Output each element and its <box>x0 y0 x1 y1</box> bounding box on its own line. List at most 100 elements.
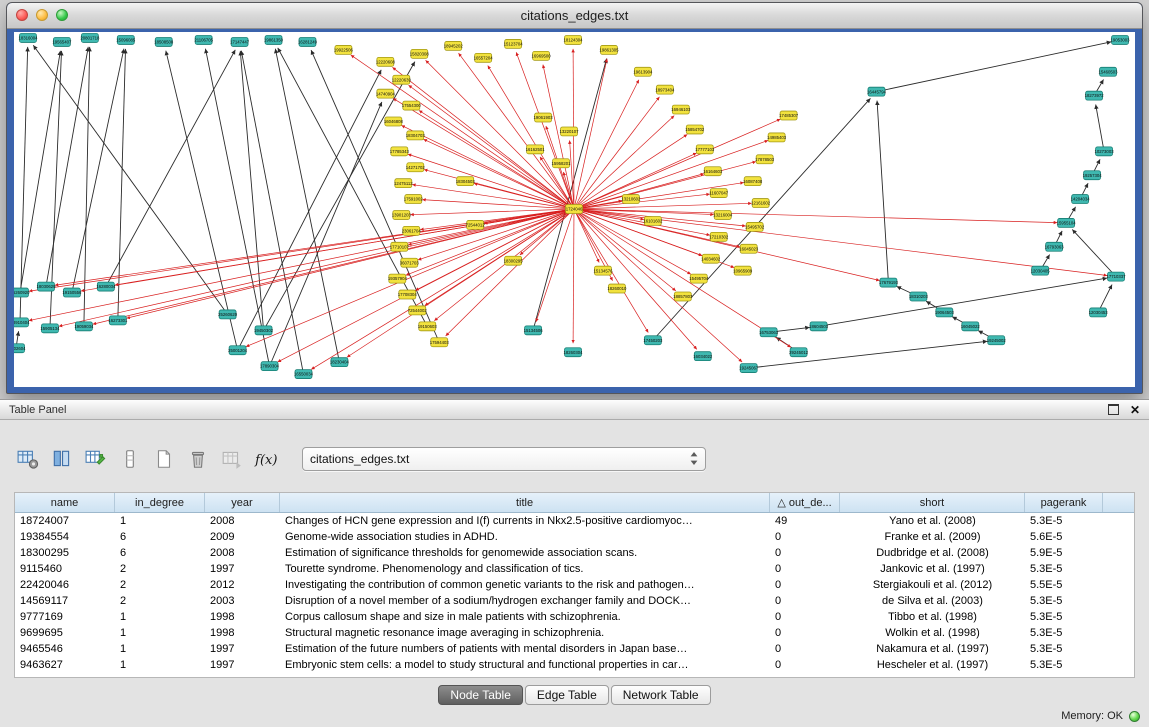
graph-node[interactable]: 16793063 <box>1045 242 1065 251</box>
graph-node[interactable]: 15955104 <box>1057 218 1077 227</box>
network-window-titlebar[interactable]: citations_edges.txt <box>7 3 1142 29</box>
graph-node[interactable]: 18857803 <box>673 292 693 301</box>
graph-node[interactable]: 17890304 <box>260 362 280 371</box>
graph-node[interactable]: 19245002 <box>987 336 1007 345</box>
graph-node[interactable]: 13216004 <box>713 210 733 219</box>
graph-node[interactable]: 25260620 <box>218 310 238 319</box>
graph-node[interactable]: 15134576 <box>593 266 613 275</box>
graph-node[interactable]: 16753063 <box>759 328 779 337</box>
graph-node[interactable]: 16946103 <box>671 105 691 114</box>
graph-node[interactable]: 16087408 <box>743 177 763 186</box>
graph-node[interactable]: 17777103 <box>695 145 715 154</box>
delete-icon[interactable] <box>184 445 211 472</box>
graph-node[interactable]: 19053003 <box>1111 35 1131 44</box>
graph-node[interactable]: 19245067 <box>739 364 759 373</box>
graph-node[interactable]: 16280034 <box>96 282 116 291</box>
graph-node[interactable]: 19450302 <box>254 326 274 335</box>
graph-node[interactable]: 16162501 <box>526 145 546 154</box>
graph-node[interactable]: 17594403 <box>430 338 450 347</box>
graph-node[interactable]: 12030405 <box>1031 266 1051 275</box>
table-row[interactable]: 1830029562008Estimation of significance … <box>15 545 1134 561</box>
graph-node[interactable]: 18273972 <box>1085 91 1105 100</box>
graph-node[interactable]: 16046808 <box>384 117 404 126</box>
graph-node[interactable]: 16045023 <box>739 244 759 253</box>
graph-node[interactable]: 17591002 <box>404 195 424 204</box>
graph-node[interactable]: 17710107 <box>390 242 410 251</box>
graph-node[interactable]: 14740904 <box>376 89 396 98</box>
graph-node[interactable]: 17785343 <box>390 147 410 156</box>
close-panel-icon[interactable]: ✕ <box>1130 404 1140 416</box>
graph-node[interactable]: 23061704 <box>402 226 422 235</box>
graph-node[interactable]: 19357904 <box>388 274 408 283</box>
graph-node[interactable]: 18945202 <box>444 41 464 50</box>
new-file-icon[interactable] <box>150 445 177 472</box>
graph-node[interactable]: 36071703 <box>400 258 420 267</box>
graph-node[interactable]: 16101602 <box>643 216 663 225</box>
graph-node[interactable]: 14204034 <box>1071 195 1091 204</box>
tab-node-table[interactable]: Node Table <box>438 685 523 705</box>
close-window-button[interactable] <box>16 9 28 21</box>
graph-node[interactable]: 10273003 <box>1095 147 1115 156</box>
tab-network-table[interactable]: Network Table <box>611 685 711 705</box>
column-header[interactable]: year <box>205 493 280 512</box>
graph-node[interactable]: 12030453 <box>1089 308 1109 317</box>
graph-node[interactable]: 19613904 <box>633 67 653 76</box>
graph-node[interactable]: 18316004 <box>18 33 38 42</box>
graph-node[interactable]: 72544012 <box>466 220 486 229</box>
graph-node[interactable]: 15854702 <box>685 125 705 134</box>
graph-node[interactable]: 18604503 <box>809 322 829 331</box>
table-settings-icon[interactable] <box>14 445 41 472</box>
graph-node[interactable]: 12161602 <box>751 199 771 208</box>
graph-node[interactable]: 1724046 <box>566 205 583 214</box>
zoom-window-button[interactable] <box>56 9 68 21</box>
graph-node[interactable]: 14985403 <box>767 133 787 142</box>
graph-node[interactable]: 18230404 <box>330 358 350 367</box>
graph-node[interactable]: 18030629 <box>36 282 56 291</box>
graph-node[interactable]: 15123704 <box>504 39 524 48</box>
table-row[interactable]: 1938455462009Genome-wide association stu… <box>15 529 1134 545</box>
graph-node[interactable]: 18910404 <box>14 318 30 327</box>
graph-node[interactable]: 12220639 <box>392 75 412 84</box>
graph-node[interactable]: 19922506 <box>334 45 354 54</box>
graph-node[interactable]: 16557204 <box>474 53 494 62</box>
graph-node[interactable]: 20801718 <box>80 33 100 42</box>
table-row[interactable]: 977716911998Corpus callosum shape and si… <box>15 609 1134 625</box>
graph-node[interactable]: 17147447 <box>230 37 250 46</box>
graph-node[interactable]: 16164603 <box>703 167 723 176</box>
tab-edge-table[interactable]: Edge Table <box>525 685 609 705</box>
graph-node[interactable]: 19061903 <box>534 113 554 122</box>
graph-node[interactable]: 14034602 <box>701 254 721 263</box>
graph-node[interactable]: 18124304 <box>563 35 583 44</box>
import-table-icon[interactable] <box>218 445 245 472</box>
graph-node[interactable]: 19150556 <box>62 288 82 297</box>
graph-node[interactable]: 17210302 <box>709 232 729 241</box>
graph-node[interactable]: 17679193 <box>879 278 899 287</box>
graph-node[interactable]: 18973404 <box>655 85 675 94</box>
graph-node[interactable]: 72544002 <box>408 306 428 315</box>
table-row[interactable]: 969969511998Structural magnetic resonanc… <box>15 625 1134 641</box>
graph-node[interactable]: 16273301 <box>108 316 128 325</box>
graph-node[interactable]: 19150603 <box>418 322 438 331</box>
column-header[interactable]: △ out_de... <box>770 493 840 512</box>
table-row[interactable]: 911546021997Tourette syndrome. Phenomeno… <box>15 561 1134 577</box>
graph-node[interactable]: 13220107 <box>559 127 579 136</box>
graph-node[interactable]: 16969500 <box>532 51 552 60</box>
graph-node[interactable]: 18310203 <box>909 292 929 301</box>
graph-node[interactable]: 15495702 <box>745 222 765 231</box>
graph-node[interactable]: 19059034 <box>74 322 94 331</box>
table-row[interactable]: 1872400712008Changes of HCN gene express… <box>15 513 1134 529</box>
graph-node[interactable]: 18508508 <box>154 37 174 46</box>
column-header[interactable]: name <box>15 493 115 512</box>
table-row[interactable]: 946554611997Estimation of the future num… <box>15 641 1134 657</box>
column-header[interactable]: title <box>280 493 770 512</box>
graph-node[interactable]: 19565407 <box>52 37 72 46</box>
graph-node[interactable]: 19257304 <box>1083 171 1103 180</box>
graph-node[interactable]: 12475112 <box>394 179 413 188</box>
graph-node[interactable]: 25001204 <box>228 346 248 355</box>
float-panel-icon[interactable] <box>1108 404 1119 415</box>
graph-node[interactable]: 12220608 <box>376 57 396 66</box>
minimize-window-button[interactable] <box>36 9 48 21</box>
network-graph[interactable]: 1831600419565407208017181509608518508508… <box>14 32 1135 387</box>
graph-node[interactable]: 13901203 <box>392 210 412 219</box>
graph-node[interactable]: 16281249 <box>298 37 318 46</box>
